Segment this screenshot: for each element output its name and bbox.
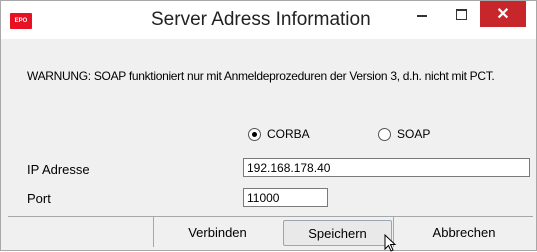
port-input[interactable]: [243, 188, 328, 207]
port-label: Port: [27, 191, 51, 206]
radio-soap[interactable]: SOAP: [378, 127, 430, 141]
radio-corba-label: CORBA: [267, 127, 310, 141]
warning-message: WARNUNG: SOAP funktioniert nur mit Anmel…: [27, 69, 495, 83]
close-button[interactable]: ✕: [480, 1, 526, 27]
title-bar[interactable]: EPO Server Adress Information ✕: [1, 1, 536, 39]
radio-corba[interactable]: CORBA: [248, 127, 310, 141]
dialog-window: EPO Server Adress Information ✕ WARNUNG:…: [0, 0, 537, 252]
mouse-cursor-icon: [384, 234, 397, 252]
minimize-icon: [417, 15, 427, 17]
radio-indicator-checked[interactable]: [248, 127, 261, 141]
maximize-icon: [455, 8, 467, 20]
button-bar-spacer: [8, 217, 153, 247]
connect-button[interactable]: Verbinden: [153, 217, 281, 247]
radio-indicator-unchecked[interactable]: [378, 127, 391, 141]
ip-address-input[interactable]: [243, 158, 530, 177]
ip-address-label: IP Adresse: [27, 162, 90, 177]
app-icon: EPO: [10, 13, 32, 29]
radio-soap-label: SOAP: [397, 127, 431, 141]
minimize-button[interactable]: [405, 1, 439, 27]
save-button[interactable]: Speichern: [283, 220, 392, 246]
maximize-button[interactable]: [444, 1, 478, 27]
close-icon: ✕: [496, 6, 510, 23]
window-title: Server Adress Information: [151, 9, 371, 30]
button-bar: Verbinden Speichern Abbrechen: [8, 216, 534, 247]
cancel-button[interactable]: Abbrechen: [393, 217, 534, 247]
